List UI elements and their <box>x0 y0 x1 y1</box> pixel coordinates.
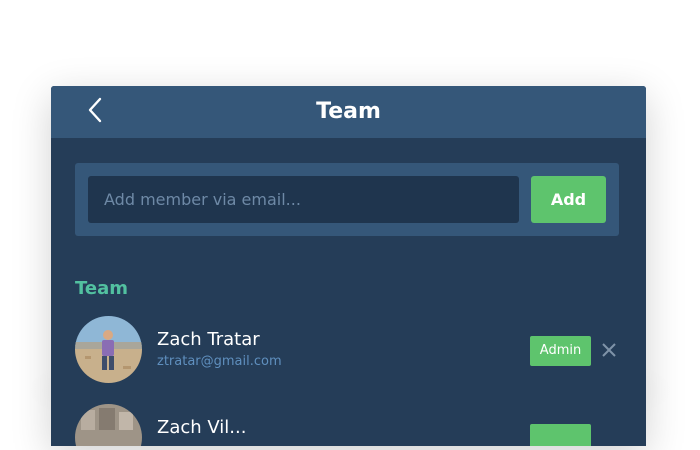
section-label-team: Team <box>75 278 128 299</box>
add-button[interactable]: Add <box>531 176 606 223</box>
team-panel: Team Add Team Zach Tratar ztratar@gmail.… <box>51 86 646 446</box>
member-name: Zach Vil... <box>157 417 247 438</box>
email-input[interactable] <box>88 176 519 223</box>
page-title: Team <box>316 99 381 124</box>
avatar <box>75 404 142 446</box>
member-row: Zach Tratar ztratar@gmail.com Admin <box>75 316 623 384</box>
header-bar: Team <box>51 86 646 138</box>
role-badge-admin[interactable]: Admin <box>530 336 591 366</box>
avatar <box>75 316 142 383</box>
add-member-bar: Add <box>75 163 619 236</box>
close-icon <box>600 343 618 363</box>
remove-member-button[interactable] <box>600 341 618 359</box>
role-badge[interactable] <box>530 424 591 446</box>
member-row: Zach Vil... <box>75 404 623 446</box>
member-name: Zach Tratar <box>157 329 260 350</box>
member-email: ztratar@gmail.com <box>157 354 282 369</box>
